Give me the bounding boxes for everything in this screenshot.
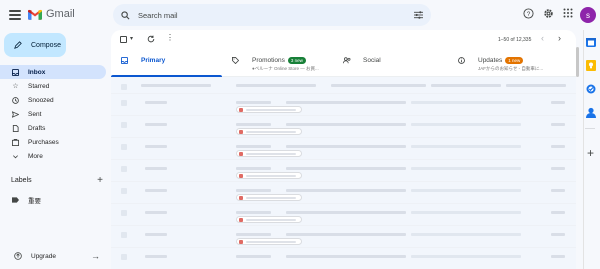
apps-grid-icon[interactable] <box>563 8 573 18</box>
scrollbar-thumb[interactable] <box>576 47 579 77</box>
sidebar-label-item[interactable]: 重要 <box>12 195 41 205</box>
pagination-text: 1–50 of 12,335 <box>498 37 532 43</box>
attachment-chip[interactable] <box>236 216 302 223</box>
tab-social[interactable]: Social <box>333 51 444 77</box>
get-addons-plus-icon[interactable]: + <box>587 147 594 159</box>
sidebar-nav: Inbox ☆ Starred Snoozed Sent Drafts Purc… <box>0 65 106 163</box>
tab-label: Social <box>363 57 381 64</box>
tab-promotions[interactable]: Promotions 3 new ●ベルーナ Online Store — お買.… <box>222 51 333 77</box>
mail-panel: ▾ ⋮ 1–50 of 12,335 ‹ › Primary Promotion… <box>111 30 576 269</box>
upgrade-label: Upgrade <box>31 252 56 260</box>
chevron-down-icon <box>12 153 19 160</box>
inbox-icon <box>121 57 128 64</box>
next-page-icon[interactable]: › <box>558 33 561 43</box>
help-icon[interactable]: ? <box>523 8 534 19</box>
table-row[interactable] <box>111 182 576 204</box>
attachment-chip[interactable] <box>236 238 302 245</box>
tab-preview: JAFからのお知らせ - 自動車に... <box>478 66 544 71</box>
info-icon <box>458 57 465 64</box>
sidebar-item-label: Inbox <box>28 68 46 76</box>
mail-toolbar: ▾ ⋮ 1–50 of 12,335 ‹ › <box>111 30 576 50</box>
keep-icon[interactable] <box>586 60 596 71</box>
prev-page-icon[interactable]: ‹ <box>541 33 544 43</box>
contacts-icon[interactable] <box>586 107 596 118</box>
sidebar-item-label: More <box>28 152 43 160</box>
labels-header: Labels + <box>11 176 103 186</box>
sidebar-item-drafts[interactable]: Drafts <box>0 121 106 135</box>
tab-label: Promotions <box>252 57 285 64</box>
tab-primary[interactable]: Primary <box>111 51 222 77</box>
sidebar-item-sent[interactable]: Sent <box>0 107 106 121</box>
sidebar-item-starred[interactable]: ☆ Starred <box>0 79 106 93</box>
sidebar-item-label: Snoozed <box>28 96 54 104</box>
new-count-badge: 1 new <box>505 57 524 64</box>
upgrade-button[interactable]: Upgrade → <box>14 251 100 261</box>
attachment-chip[interactable] <box>236 128 302 135</box>
purchases-icon <box>12 138 19 146</box>
new-count-badge: 3 new <box>287 57 306 64</box>
sidebar-item-label: Purchases <box>28 138 59 146</box>
app-name: Gmail <box>46 8 75 20</box>
refresh-icon[interactable] <box>147 35 155 43</box>
table-row[interactable] <box>111 248 576 269</box>
sidebar-item-label: Sent <box>28 110 42 118</box>
main-menu-icon[interactable] <box>9 10 21 20</box>
settings-gear-icon[interactable] <box>543 8 554 19</box>
side-panel-divider <box>583 30 584 269</box>
people-icon <box>343 57 351 64</box>
attachment-chip[interactable] <box>236 106 302 113</box>
side-panel-separator <box>585 128 595 129</box>
category-tabs: Primary Promotions 3 new ●ベルーナ Online Sto… <box>111 51 576 77</box>
draft-icon <box>12 124 19 132</box>
search-options-icon[interactable] <box>414 11 423 19</box>
search-input[interactable] <box>138 10 414 20</box>
table-row[interactable] <box>111 204 576 226</box>
label-tag-icon <box>12 197 19 203</box>
pencil-icon <box>14 41 22 49</box>
attachment-chip[interactable] <box>236 150 302 157</box>
attachment-chip[interactable] <box>236 194 302 201</box>
sidebar-item-label: Drafts <box>28 124 46 132</box>
table-row[interactable] <box>111 94 576 116</box>
add-label-icon[interactable]: + <box>97 176 103 186</box>
calendar-icon[interactable] <box>586 37 596 47</box>
tab-updates[interactable]: Updates 1 new JAFからのお知らせ - 自動車に... <box>444 51 576 77</box>
star-icon: ☆ <box>12 83 19 90</box>
gmail-m-icon <box>28 9 42 20</box>
sidebar-item-snoozed[interactable]: Snoozed <box>0 93 106 107</box>
search-bar[interactable] <box>113 4 431 26</box>
table-row[interactable] <box>111 160 576 182</box>
more-options-icon[interactable]: ⋮ <box>166 34 174 42</box>
sidebar-item-more[interactable]: More <box>0 149 106 163</box>
compose-button[interactable]: Compose <box>4 33 66 57</box>
message-list <box>111 77 576 269</box>
tab-label: Primary <box>141 57 166 64</box>
table-row[interactable] <box>111 138 576 160</box>
tag-icon <box>232 57 239 64</box>
sidebar-item-label: Starred <box>28 82 50 90</box>
select-dropdown-icon[interactable]: ▾ <box>130 35 133 42</box>
compose-label: Compose <box>31 41 61 49</box>
select-all-checkbox[interactable] <box>120 36 127 43</box>
tab-preview: ●ベルーナ Online Store — お買... <box>252 66 319 71</box>
tab-label: Updates <box>478 57 503 64</box>
sidebar-label-text: 重要 <box>28 198 41 205</box>
arrow-right-icon: → <box>91 251 100 261</box>
svg-text:?: ? <box>527 11 531 18</box>
table-row[interactable] <box>111 226 576 248</box>
send-icon <box>12 110 19 118</box>
upgrade-icon <box>14 252 22 260</box>
table-row[interactable] <box>111 116 576 138</box>
sidebar-item-purchases[interactable]: Purchases <box>0 135 106 149</box>
table-row[interactable] <box>111 77 576 94</box>
inbox-icon <box>12 68 19 76</box>
clock-icon <box>12 96 19 104</box>
tasks-icon[interactable] <box>586 84 596 94</box>
search-icon[interactable] <box>121 10 130 20</box>
gmail-logo[interactable]: Gmail <box>28 8 75 20</box>
account-avatar[interactable]: s <box>580 7 596 23</box>
labels-title: Labels <box>11 177 32 184</box>
sidebar-item-inbox[interactable]: Inbox <box>0 65 106 79</box>
attachment-chip[interactable] <box>236 172 302 179</box>
